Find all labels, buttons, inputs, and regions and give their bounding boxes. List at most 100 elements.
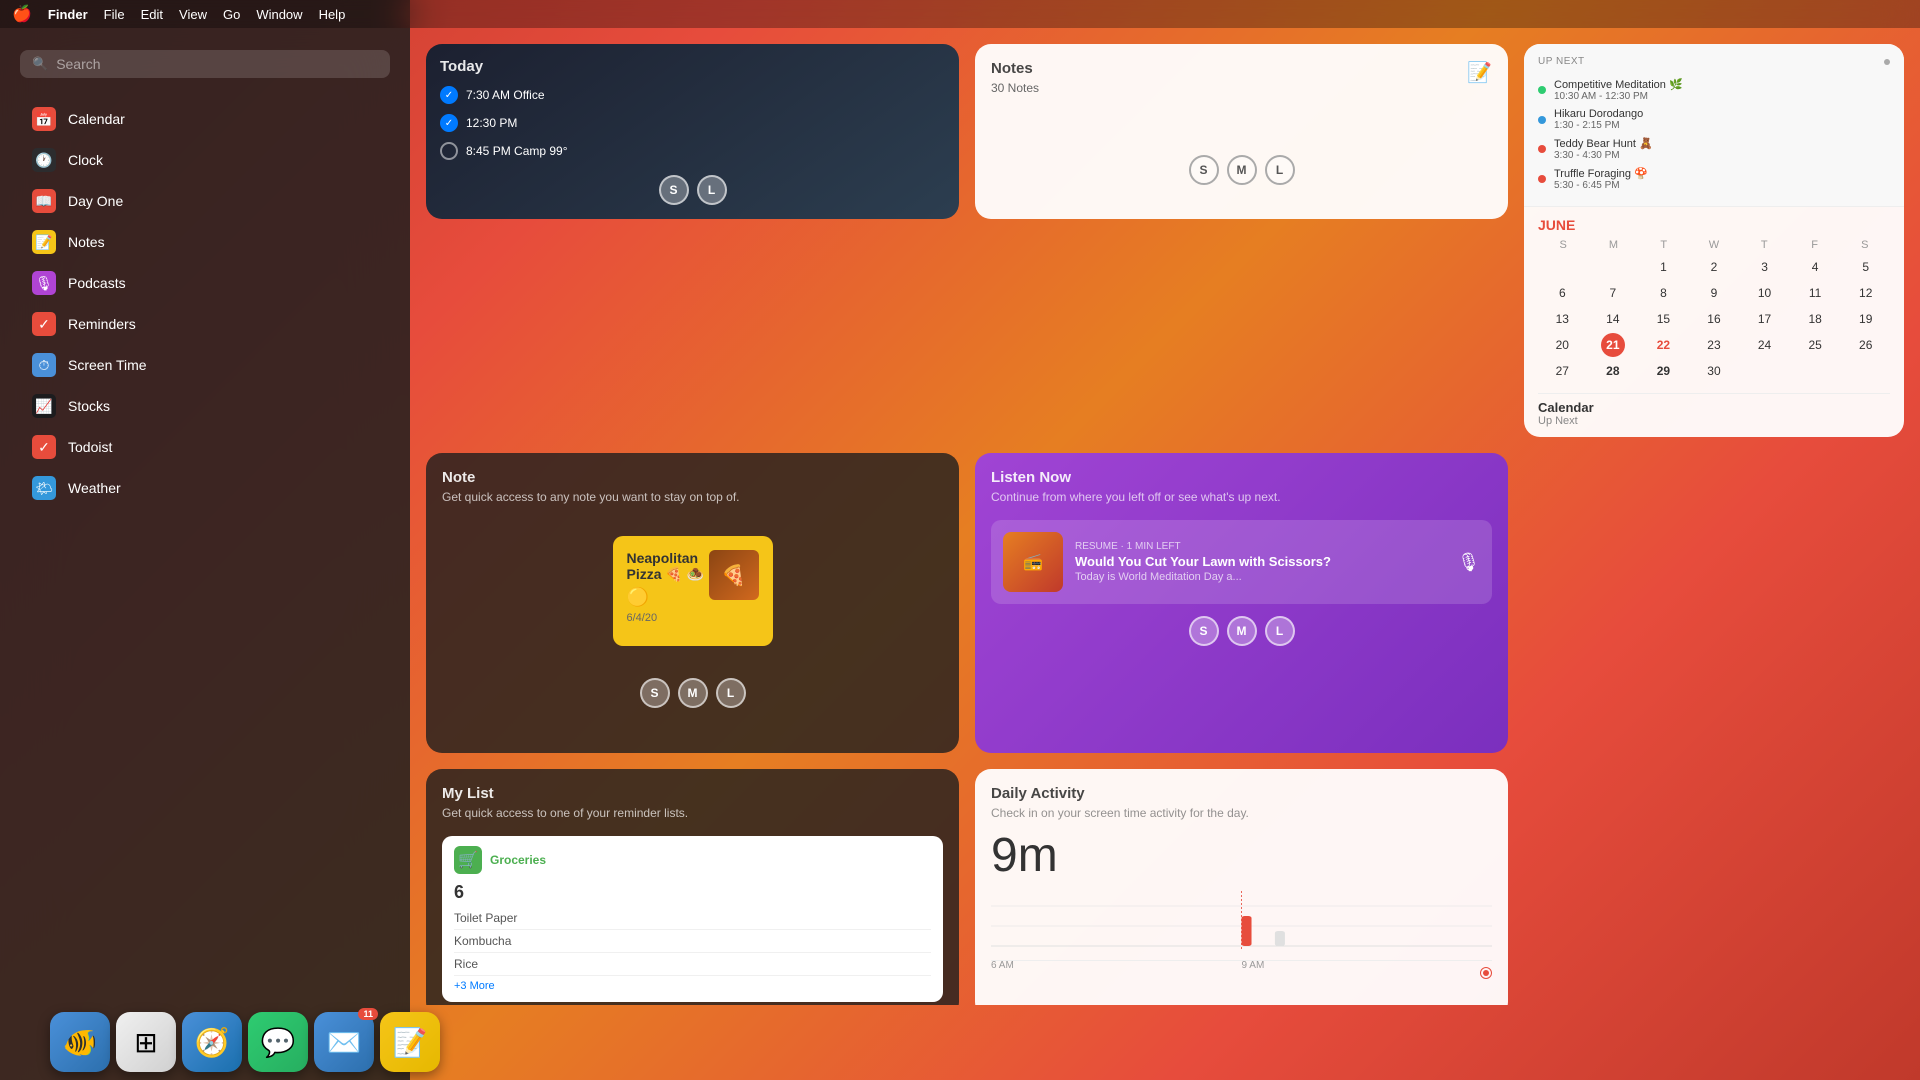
sidebar-label-weather: Weather: [68, 480, 121, 496]
cal-date-30[interactable]: 30: [1702, 359, 1726, 383]
screentime-icon: ⏱: [32, 353, 56, 377]
sidebar-label-clock: Clock: [68, 152, 103, 168]
listen-thumb: 📻: [1003, 532, 1063, 592]
listen-info: RESUME · 1 MIN LEFT Would You Cut Your L…: [1075, 541, 1445, 583]
sidebar-item-screentime[interactable]: ⏱ Screen Time: [8, 345, 402, 385]
cal-date-8[interactable]: 8: [1651, 281, 1675, 305]
sidebar-item-clock[interactable]: 🕐 Clock: [8, 140, 402, 180]
note-avatar-l: L: [716, 678, 746, 708]
sidebar-item-notes[interactable]: 📝 Notes: [8, 222, 402, 262]
cal-date-18[interactable]: 18: [1803, 307, 1827, 331]
search-bar[interactable]: 🔍: [20, 50, 390, 78]
sidebar-item-podcasts[interactable]: 🎙 Podcasts: [8, 263, 402, 303]
listen-badge: RESUME · 1 MIN LEFT: [1075, 541, 1445, 552]
dock-notes[interactable]: 📝: [380, 1012, 440, 1072]
mylist-widget: My List Get quick access to one of your …: [426, 769, 959, 1005]
grocery-count: 6: [454, 882, 931, 903]
check-icon-3[interactable]: [440, 142, 458, 160]
check-icon-1[interactable]: ✓: [440, 86, 458, 104]
cal-date-11[interactable]: 11: [1803, 281, 1827, 305]
reminders-avatars: S L: [440, 175, 945, 205]
cal-date-17[interactable]: 17: [1753, 307, 1777, 331]
avatar-l: L: [697, 175, 727, 205]
cal-date-12[interactable]: 12: [1854, 281, 1878, 305]
calendar-subtitle: Up Next: [1538, 56, 1585, 67]
sidebar-item-reminders[interactable]: ✓ Reminders: [8, 304, 402, 344]
menubar-help[interactable]: Help: [319, 7, 346, 22]
listen-card[interactable]: 📻 RESUME · 1 MIN LEFT Would You Cut Your…: [991, 520, 1492, 604]
cal-date-23[interactable]: 23: [1702, 333, 1726, 357]
event-dot-4: [1538, 175, 1546, 183]
reminder-item-1: ✓ 7:30 AM Office: [440, 83, 945, 107]
menubar-file[interactable]: File: [104, 7, 125, 22]
chart-bar-highlight: [1242, 916, 1252, 946]
note-card[interactable]: 🍕 Neapolitan Pizza 🍕 🧆 🟡 6/4/20: [613, 536, 773, 646]
listen-now-widget: Listen Now Continue from where you left …: [975, 453, 1508, 753]
mail-badge: 11: [358, 1008, 378, 1020]
sidebar-item-todoist[interactable]: ✓ Todoist: [8, 427, 402, 467]
cal-date-3[interactable]: 3: [1753, 255, 1777, 279]
grocery-more[interactable]: +3 More: [454, 976, 931, 992]
listen-podcast-desc: Today is World Meditation Day a...: [1075, 571, 1445, 583]
notes-title: Notes: [991, 60, 1039, 77]
cal-date-13[interactable]: 13: [1550, 307, 1574, 331]
cal-date-22[interactable]: 22: [1651, 333, 1675, 357]
cal-date-28[interactable]: 28: [1601, 359, 1625, 383]
menubar-finder[interactable]: Finder: [48, 7, 88, 22]
listen-avatars: S M L: [991, 616, 1492, 646]
cal-date-16[interactable]: 16: [1702, 307, 1726, 331]
dock-mail[interactable]: ✉️ 11: [314, 1012, 374, 1072]
calendar-icon: 📅: [32, 107, 56, 131]
sidebar-label-screentime: Screen Time: [68, 357, 147, 373]
check-icon-2[interactable]: ✓: [440, 114, 458, 132]
chart-label-6am: 6 AM: [991, 960, 1014, 971]
menubar: 🍎 Finder File Edit View Go Window Help: [0, 0, 1920, 28]
calendar-event-1: Competitive Meditation 🌿10:30 AM - 12:30…: [1538, 75, 1890, 105]
cal-date-14[interactable]: 14: [1601, 307, 1625, 331]
sidebar-label-dayone: Day One: [68, 193, 123, 209]
note-widget-subtitle: Get quick access to any note you want to…: [442, 490, 943, 504]
menubar-view[interactable]: View: [179, 7, 207, 22]
menubar-go[interactable]: Go: [223, 7, 240, 22]
cal-date-20[interactable]: 20: [1550, 333, 1574, 357]
cal-date-2[interactable]: 2: [1702, 255, 1726, 279]
dock-launchpad[interactable]: ⊞: [116, 1012, 176, 1072]
cal-date-5[interactable]: 5: [1854, 255, 1878, 279]
cal-date-7[interactable]: 7: [1601, 281, 1625, 305]
sidebar-item-calendar[interactable]: 📅 Calendar: [8, 99, 402, 139]
cal-date-6[interactable]: 6: [1550, 281, 1574, 305]
cal-date-21-today[interactable]: 21: [1601, 333, 1625, 357]
cal-date-19[interactable]: 19: [1854, 307, 1878, 331]
notes-avatars: S M L: [991, 155, 1492, 185]
dock-safari[interactable]: 🧭: [182, 1012, 242, 1072]
cal-date-25[interactable]: 25: [1803, 333, 1827, 357]
cal-date-24[interactable]: 24: [1753, 333, 1777, 357]
cal-date-9[interactable]: 9: [1702, 281, 1726, 305]
activity-chart: [991, 891, 1492, 951]
cal-date-1[interactable]: 1: [1651, 255, 1675, 279]
activity-subtitle: Check in on your screen time activity fo…: [991, 806, 1492, 820]
radio-headspace-icon: 📻: [1023, 552, 1043, 572]
cal-date-26[interactable]: 26: [1854, 333, 1878, 357]
sidebar-item-dayone[interactable]: 📖 Day One: [8, 181, 402, 221]
menubar-edit[interactable]: Edit: [141, 7, 163, 22]
grocery-item-3: Rice: [454, 953, 931, 976]
event-name-2: Hikaru Dorodango: [1554, 108, 1643, 120]
grocery-header: 🛒 Groceries: [454, 846, 931, 874]
event-dot-3: [1538, 145, 1546, 153]
event-dot-1: [1538, 86, 1546, 94]
listen-podcast-title: Would You Cut Your Lawn with Scissors?: [1075, 554, 1445, 571]
cal-date-15[interactable]: 15: [1651, 307, 1675, 331]
cal-date-27[interactable]: 27: [1550, 359, 1574, 383]
cal-date-29[interactable]: 29: [1651, 359, 1675, 383]
apple-menu-icon[interactable]: 🍎: [12, 4, 32, 24]
cal-date-4[interactable]: 4: [1803, 255, 1827, 279]
cal-date-10[interactable]: 10: [1753, 281, 1777, 305]
dock-messages[interactable]: 💬: [248, 1012, 308, 1072]
dock-finder[interactable]: 🐠: [50, 1012, 110, 1072]
sidebar-item-weather[interactable]: 🌤 Weather: [8, 468, 402, 508]
menubar-window[interactable]: Window: [256, 7, 302, 22]
search-input[interactable]: [56, 56, 378, 72]
sidebar-item-stocks[interactable]: 📈 Stocks: [8, 386, 402, 426]
grocery-item-1: Toilet Paper: [454, 907, 931, 930]
